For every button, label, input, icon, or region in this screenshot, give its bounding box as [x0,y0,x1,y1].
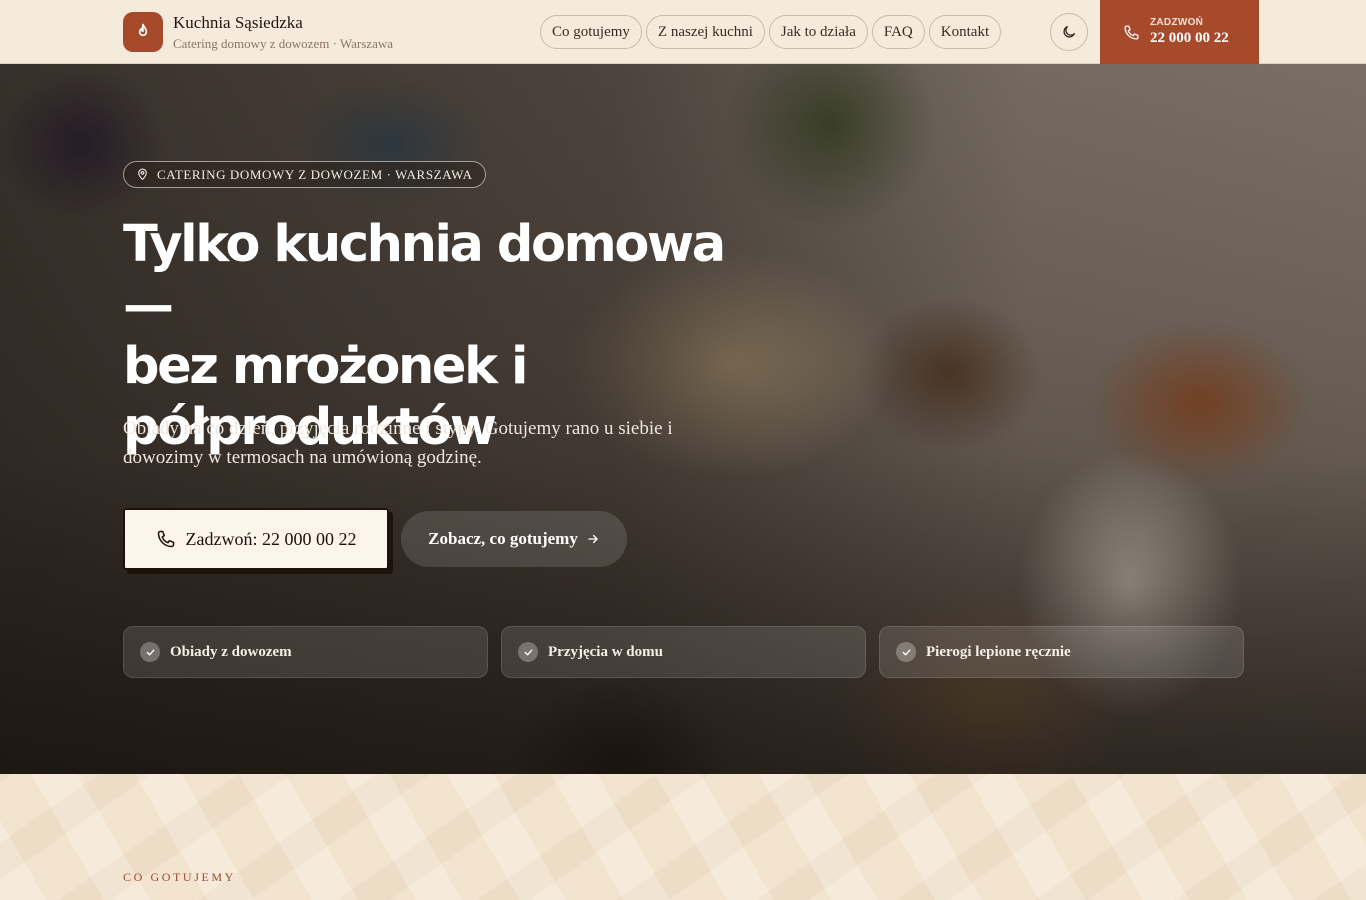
flame-icon [123,12,163,52]
hero-title-line: bez mrożonek i [123,337,528,396]
nav-item-faq[interactable]: FAQ [871,15,925,49]
feature-item: Pierogi lepione ręcznie [879,626,1244,678]
feature-item: Obiady z dowozem [123,626,488,678]
phone-icon [1124,24,1139,40]
theme-toggle-button[interactable] [1050,13,1088,51]
nav-item-jak-to-dziala[interactable]: Jak to działa [768,15,868,49]
feature-label: Pierogi lepione ręcznie [926,643,1071,660]
check-icon [896,642,916,662]
hero-description: Obiady na co dzień, przyjęcia rodzinne i… [123,418,673,468]
call-number: 22 000 00 22 [1150,30,1229,46]
main-nav: Co gotujemy Z naszej kuchni Jak to dział… [540,15,1002,49]
brand-tagline: Catering domowy z dowozem · Warszawa [173,35,394,51]
hero-badge-text: CATERING DOMOWY Z DOWOZEM · WARSZAWA [157,166,473,182]
brand[interactable]: Kuchnia Sąsiedzka Catering domowy z dowo… [123,12,393,52]
hero-title-line: Tylko kuchnia domowa — [123,215,726,335]
feature-item: Przyjęcia w domu [501,626,866,678]
menu-section: CO GOTUJEMY [0,774,1366,900]
check-icon [518,642,538,662]
hero-location-badge: CATERING DOMOWY Z DOWOZEM · WARSZAWA [123,161,486,188]
check-icon [140,642,160,662]
nav-item-kontakt[interactable]: Kontakt [928,15,1002,49]
brand-name: Kuchnia Sąsiedzka [173,12,303,32]
hero-section: CATERING DOMOWY Z DOWOZEM · WARSZAWA Tyl… [0,64,1366,774]
feature-list: Obiady z dowozem Przyjęcia w domu Pierog… [123,626,1244,678]
site-header: Kuchnia Sąsiedzka Catering domowy z dowo… [0,0,1366,64]
call-label: ZADZWOŃ [1150,17,1204,28]
map-pin-icon [138,168,147,180]
nav-item-z-naszej-kuchni[interactable]: Z naszej kuchni [645,15,765,49]
nav-item-co-gotujemy[interactable]: Co gotujemy [540,15,642,49]
section-eyebrow: CO GOTUJEMY [123,870,236,884]
arrow-right-icon [588,534,598,544]
call-button-label: Zadzwoń: 22 000 00 22 [185,528,357,549]
call-button[interactable]: Zadzwoń: 22 000 00 22 [123,508,389,570]
see-menu-button[interactable]: Zobacz, co gotujemy [401,511,627,567]
see-menu-label: Zobacz, co gotujemy [428,529,578,548]
header-call-button[interactable]: ZADZWOŃ 22 000 00 22 [1100,0,1259,64]
moon-icon [1063,26,1075,38]
phone-icon [157,530,174,548]
feature-label: Przyjęcia w domu [548,643,663,660]
feature-label: Obiady z dowozem [170,643,292,660]
